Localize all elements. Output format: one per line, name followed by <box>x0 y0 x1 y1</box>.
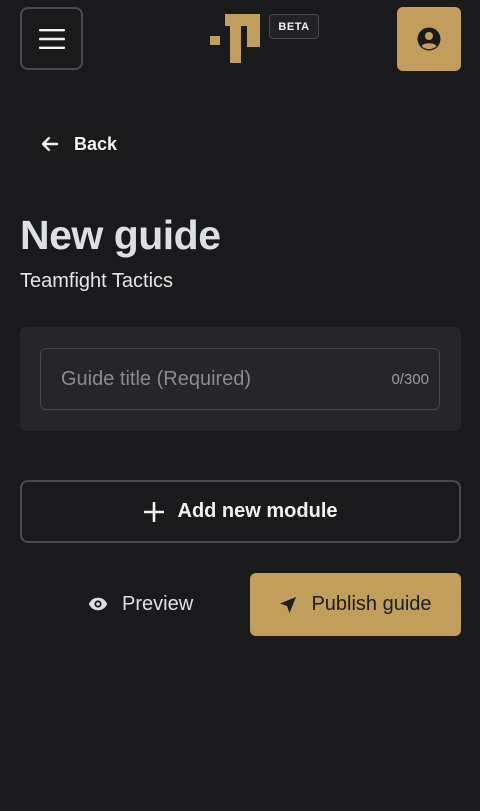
page-title: New guide <box>20 212 221 258</box>
page-subtitle: Teamfight Tactics <box>20 270 174 292</box>
send-icon <box>280 596 297 613</box>
add-module-button[interactable]: Add new module <box>20 480 461 543</box>
char-counter: 0/300 <box>391 370 429 388</box>
hamburger-icon <box>38 28 65 49</box>
guide-title-card: 0/300 <box>20 327 461 431</box>
profile-button[interactable] <box>397 7 461 71</box>
preview-button[interactable]: Preview <box>88 586 193 622</box>
menu-button[interactable] <box>20 7 83 70</box>
publish-guide-button[interactable]: Publish guide <box>250 573 461 636</box>
back-label: Back <box>74 133 118 154</box>
page: BETA Back New guide Teamfight Tactics 0/… <box>0 0 480 811</box>
add-module-label: Add new module <box>177 500 338 522</box>
arrow-left-icon <box>42 137 58 151</box>
guide-title-field[interactable]: 0/300 <box>40 348 440 410</box>
back-link[interactable]: Back <box>42 130 117 158</box>
guide-title-input[interactable] <box>61 367 361 391</box>
eye-icon <box>88 597 108 611</box>
publish-label: Publish guide <box>311 593 432 615</box>
preview-label: Preview <box>122 592 194 615</box>
logo-icon[interactable] <box>208 14 262 64</box>
beta-badge: BETA <box>269 14 319 39</box>
plus-icon <box>143 501 164 522</box>
user-circle-icon <box>417 27 441 51</box>
